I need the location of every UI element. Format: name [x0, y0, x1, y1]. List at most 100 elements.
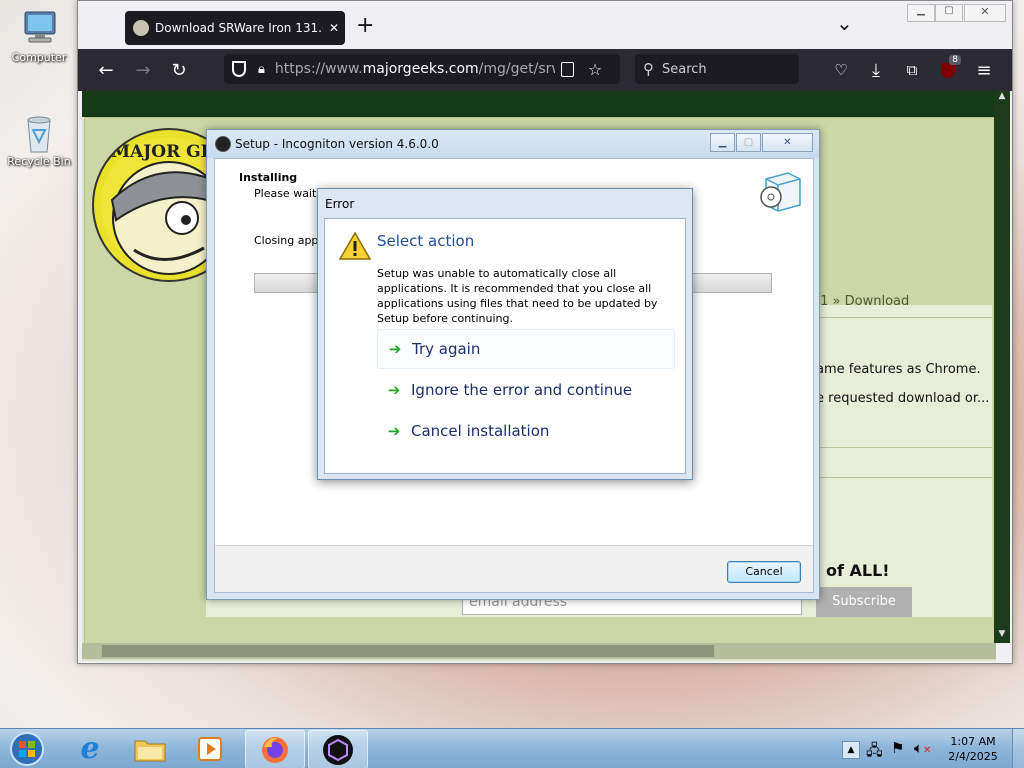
- search-bar[interactable]: ⚲ Search: [635, 54, 799, 84]
- pocket-icon: ♡: [834, 61, 848, 79]
- cancel-installation-option[interactable]: ➔ Cancel installation: [377, 412, 673, 450]
- media-player-icon: [198, 736, 222, 761]
- volume-muted-icon[interactable]: 🔈︎✕: [914, 739, 931, 757]
- setup-footer: Cancel: [214, 545, 814, 593]
- description-line-1: ame features as Chrome.: [816, 362, 981, 377]
- url-text: https://www.majorgeeks.com/mg/get/srware…: [275, 61, 555, 77]
- show-desktop-button[interactable]: [1012, 729, 1024, 768]
- clock-time: 1:07 AM: [950, 735, 996, 748]
- desktop-icon-recycle-bin[interactable]: Recycle Bin: [4, 112, 74, 168]
- recycle-bin-icon: [17, 112, 61, 153]
- search-placeholder: Search: [662, 61, 707, 77]
- forward-arrow-icon: →: [135, 59, 151, 81]
- hamburger-menu-icon: ≡: [976, 59, 992, 81]
- horizontal-scroll-thumb[interactable]: [102, 645, 714, 657]
- option-label: Try again: [412, 340, 481, 358]
- incogniton-icon: [323, 734, 353, 765]
- puzzle-icon: ⧉: [906, 61, 918, 79]
- error-dialog: Error Select action Setup was unable to …: [317, 188, 693, 480]
- setup-title: Setup - Incogniton version 4.6.0.0: [235, 137, 439, 151]
- setup-titlebar[interactable]: Setup - Incogniton version 4.6.0.0 ▁ ▢ ✕: [207, 130, 819, 158]
- reader-view-icon[interactable]: [560, 61, 574, 77]
- navigation-toolbar: ← → ↻ 🔒︎ https://www.majorgeeks.com/mg/g…: [78, 49, 1012, 91]
- lock-icon: 🔒︎: [258, 61, 265, 77]
- page-scrollbar[interactable]: ▲ ▼: [994, 91, 1010, 643]
- error-dialog-content: Select action Setup was unable to automa…: [324, 218, 686, 474]
- explorer-button[interactable]: [122, 730, 178, 767]
- installer-box-icon: [758, 165, 804, 216]
- menu-button[interactable]: ≡: [971, 57, 997, 83]
- reload-icon: ↻: [171, 59, 187, 81]
- list-all-tabs-button[interactable]: ⌄: [836, 11, 853, 35]
- system-clock[interactable]: 1:07 AM 2/4/2025: [944, 734, 1002, 764]
- tab-title: Download SRWare Iron 131.665: [155, 21, 323, 35]
- error-heading: Select action: [377, 232, 475, 250]
- search-icon: ⚲: [643, 60, 654, 78]
- pocket-button[interactable]: ♡: [828, 57, 854, 83]
- extensions-button[interactable]: ⧉: [899, 57, 925, 83]
- setup-maximize-button[interactable]: ▢: [736, 133, 761, 152]
- error-dialog-title: Error: [325, 197, 355, 211]
- page-favicon-icon: [133, 20, 149, 36]
- green-arrow-icon: ➔: [387, 422, 401, 440]
- taskbar: e ▲ 🖧︎ ⚑ 🔈︎✕ 1:07 AM 2/4/2025: [0, 728, 1024, 768]
- setup-minimize-button[interactable]: ▁: [710, 133, 735, 152]
- internet-explorer-button[interactable]: e: [62, 730, 118, 767]
- maximize-button[interactable]: ▢: [935, 4, 963, 22]
- setup-close-button[interactable]: ✕: [762, 133, 813, 152]
- logo-text: ★MAJOR GE: [96, 142, 214, 162]
- downloads-button[interactable]: ⤓: [863, 57, 889, 83]
- shield-icon: [232, 61, 246, 77]
- scroll-down-arrow-icon[interactable]: ▼: [994, 629, 1010, 639]
- media-player-button[interactable]: [182, 730, 238, 767]
- horizontal-scrollbar[interactable]: [82, 643, 996, 659]
- error-message: Setup was unable to automatically close …: [377, 267, 658, 325]
- desktop-icon-computer[interactable]: Computer: [4, 8, 74, 64]
- bookmark-star-icon[interactable]: ☆: [588, 60, 602, 79]
- close-window-button[interactable]: ✕: [964, 4, 1006, 22]
- internet-explorer-icon: e: [80, 731, 100, 766]
- incogniton-taskbar-button[interactable]: [308, 730, 368, 768]
- tab-download-srware[interactable]: Download SRWare Iron 131.665 ✕: [125, 11, 345, 45]
- back-button[interactable]: ←: [93, 57, 119, 83]
- url-path: /mg/get/srware_: [478, 61, 555, 77]
- new-tab-button[interactable]: +: [356, 13, 374, 38]
- show-hidden-icons-button[interactable]: ▲: [842, 741, 860, 759]
- action-center-flag-icon[interactable]: ⚑: [891, 739, 904, 757]
- warning-icon: [338, 231, 372, 263]
- extension-badge: 8: [949, 55, 961, 65]
- url-bar[interactable]: 🔒︎ https://www.majorgeeks.com/mg/get/srw…: [224, 54, 620, 84]
- firefox-taskbar-button[interactable]: [245, 730, 305, 768]
- desktop-icon-label: Computer: [11, 51, 67, 64]
- desktop-icon-label: Recycle Bin: [7, 155, 71, 168]
- setup-cancel-button[interactable]: Cancel: [727, 561, 801, 583]
- description-line-2: e requested download or...: [816, 391, 990, 406]
- forward-button[interactable]: →: [130, 57, 156, 83]
- reload-button[interactable]: ↻: [166, 57, 192, 83]
- ignore-error-option[interactable]: ➔ Ignore the error and continue: [377, 371, 673, 409]
- clock-date: 2/4/2025: [948, 750, 998, 763]
- page-top-band: [82, 91, 996, 117]
- computer-icon: [17, 8, 61, 48]
- ublock-button[interactable]: 8: [935, 55, 961, 83]
- minimize-button[interactable]: ▁: [907, 4, 935, 22]
- green-arrow-icon: ➔: [387, 381, 401, 399]
- try-again-option[interactable]: ➔ Try again: [377, 329, 675, 369]
- close-tab-button[interactable]: ✕: [323, 21, 345, 35]
- setup-section-title: Installing: [239, 171, 298, 184]
- option-label: Ignore the error and continue: [411, 381, 633, 399]
- url-domain: majorgeeks.com: [362, 61, 479, 77]
- explorer-folder-icon: [134, 740, 166, 761]
- newsletter-heading: y of ALL!: [810, 561, 890, 580]
- start-orb-icon: [10, 731, 44, 766]
- tab-bar: Download SRWare Iron 131.665 ✕ + ⌄ ▁ ▢ ✕: [78, 1, 1012, 51]
- green-arrow-icon: ➔: [388, 340, 402, 358]
- breadcrumb: .1 » Download: [816, 294, 910, 309]
- scroll-up-arrow-icon[interactable]: ▲: [994, 91, 1010, 101]
- start-button[interactable]: [0, 730, 54, 767]
- url-prefix: https://www.: [274, 61, 363, 77]
- download-icon: ⤓: [872, 59, 880, 81]
- subscribe-button[interactable]: Subscribe: [816, 587, 912, 617]
- firefox-icon: [262, 736, 288, 763]
- network-icon[interactable]: 🖧︎: [866, 740, 883, 765]
